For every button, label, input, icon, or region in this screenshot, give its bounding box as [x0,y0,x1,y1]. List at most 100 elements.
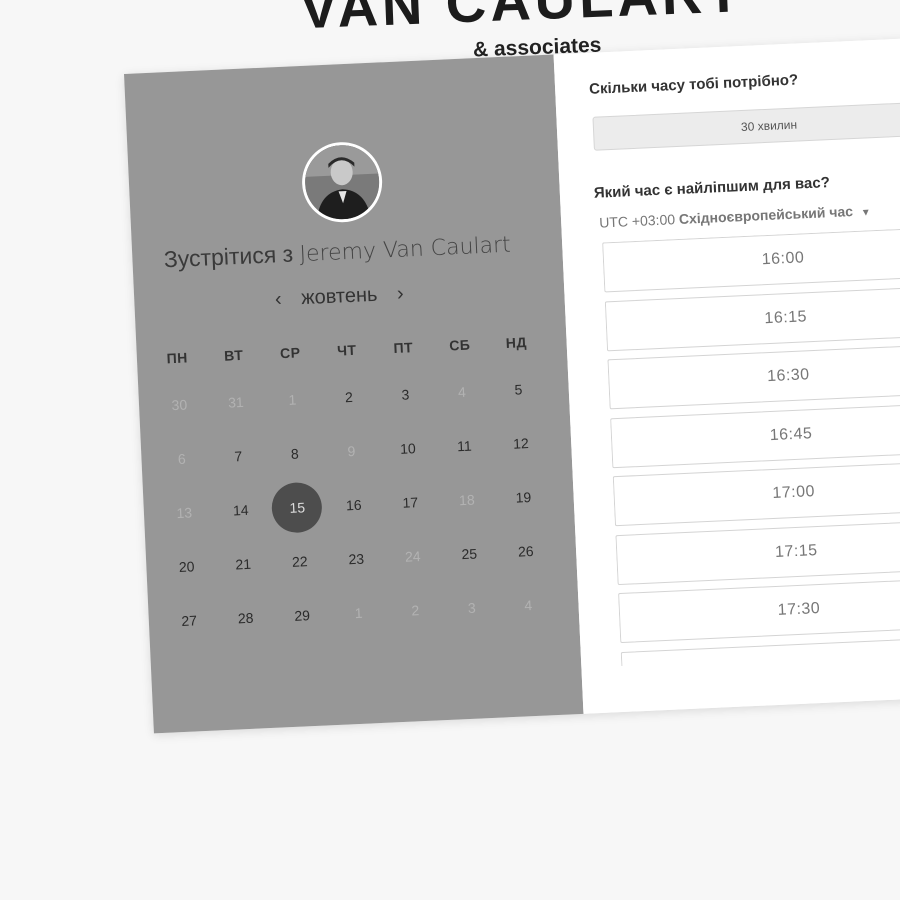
calendar-day[interactable]: 5 [489,361,548,418]
calendar-day: 18 [437,472,496,529]
host-name: Jeremy Van Caulart [298,232,512,268]
time-slot[interactable]: 16:45 [610,401,900,468]
calendar-day-number: 25 [461,545,478,563]
calendar-day-number: 19 [515,488,532,506]
calendar-day[interactable]: 27 [160,592,219,649]
time-slot[interactable]: 17:00 [612,459,900,527]
chevron-left-icon[interactable]: ‹ [261,288,297,313]
calendar-day: 6 [152,431,211,488]
calendar-day-number: 31 [227,393,245,411]
calendar-day-number: 6 [177,450,187,467]
calendar-day-number: 27 [181,612,198,629]
calendar-day-number: 14 [232,501,249,519]
calendar-day[interactable]: 25 [440,526,499,583]
calendar-day-number: 3 [401,386,410,403]
calendar-day: 3 [442,580,501,637]
calendar-weeks: 30 31 1 2 3 4 5 6 7 8 9 10 11 12 13 14 15 16 17 18 19 20 21 22 2… [150,361,558,649]
time-slot-list[interactable]: 16:00 16:15 16:30 16:45 17:00 17:15 17:3… [602,226,900,667]
calendar-day[interactable]: 11 [435,418,494,475]
calendar-day[interactable]: 23 [327,531,386,588]
meet-title: Зустрітися з Jeremy Van Caulart [132,229,543,275]
calendar-day: 1 [329,585,388,642]
calendar-day-number: 15 [271,481,324,534]
calendar-day[interactable]: 7 [209,428,268,485]
timezone-offset: UTC +03:00 [598,211,676,231]
calendar-day-number: 8 [290,445,300,462]
calendar-day[interactable]: 29 [273,587,332,644]
calendar-day-number: 17 [402,494,419,511]
brand-logo-title: VAN CAULART [298,0,746,41]
weekday-label: СБ [448,336,471,354]
calendar-day[interactable]: 2 [319,369,378,426]
duration-select[interactable]: 30 хвилин [592,100,900,151]
calendar-day: 31 [206,374,265,431]
calendar-day-number: 28 [237,609,254,627]
meet-prefix: Зустрітися з [163,240,294,273]
duration-question: Скільки часу тобі потрібно? [588,71,799,98]
calendar-day-number: 4 [457,383,467,401]
time-slot[interactable]: 16:30 [607,343,900,410]
calendar-day-number: 23 [348,550,365,568]
calendar-day-number: 24 [404,548,421,565]
booking-panel: Скільки часу тобі потрібно? 30 хвилин Як… [553,36,900,714]
calendar-day: 4 [499,577,558,634]
calendar-day[interactable]: 22 [270,533,329,590]
timezone-select[interactable]: UTC +03:00 Східноєвропейський час ▼ [598,202,872,231]
calendar-day[interactable]: 12 [491,415,550,472]
calendar-day[interactable]: 16 [324,477,383,534]
calendar-day[interactable]: 8 [265,425,324,482]
calendar-day-number: 2 [344,388,354,406]
calendar-day[interactable]: 28 [216,590,275,647]
time-slot[interactable]: 17:15 [615,518,900,585]
calendar-day-number: 16 [345,496,362,514]
host-calendar-panel: Зустрітися з Jeremy Van Caulart ‹ жовтен… [124,54,584,734]
calendar-day-number: 3 [467,599,477,616]
weekday-label: ПН [166,349,189,367]
time-slot[interactable]: 16:00 [602,226,900,293]
calendar-day-number: 7 [234,448,243,465]
time-slot[interactable]: 17:30 [618,576,900,644]
calendar-day-number: 12 [512,435,530,452]
calendar-day-selected[interactable]: 15 [268,479,327,536]
calendar-day-number: 30 [171,396,188,414]
calendar-day: 9 [322,423,381,480]
calendar-day-number: 21 [235,555,252,573]
calendar-day-number: 22 [291,553,308,570]
weekday-label: НД [505,334,528,351]
calendar-day[interactable]: 17 [381,474,440,531]
calendar-day-number: 4 [524,597,533,614]
calendar-day-number: 18 [458,491,475,509]
calendar-day[interactable]: 19 [494,469,553,526]
calendar-day[interactable]: 26 [496,523,555,580]
chevron-right-icon[interactable]: › [382,282,418,307]
weekday-label: ЧТ [336,341,357,359]
month-navigation: ‹ жовтень › [134,276,545,318]
calendar-day-number: 11 [456,437,473,455]
calendar-day-number: 5 [514,381,523,398]
time-slot[interactable]: 16:15 [604,284,900,351]
calendar-day: 4 [432,364,491,421]
calendar-day: 2 [386,582,445,639]
calendar-day[interactable]: 10 [378,420,437,477]
calendar-day[interactable]: 14 [211,482,270,539]
avatar [300,140,384,224]
caret-down-icon: ▼ [860,207,872,219]
time-question: Який час є найліпшим для вас? [593,174,831,202]
month-label: жовтень [300,283,378,310]
calendar-day: 30 [150,377,209,434]
calendar-day-number: 2 [410,602,420,619]
calendar-day: 24 [383,528,442,585]
person-photo-icon [303,143,381,221]
calendar-day-number: 1 [288,391,297,408]
weekday-label: ВТ [223,346,244,364]
calendar-day-number: 10 [399,440,417,457]
calendar-day[interactable]: 21 [214,536,273,593]
calendar-day: 1 [263,371,322,428]
calendar-day-number: 29 [294,607,311,624]
calendar-day-number: 9 [347,442,356,460]
calendar-day[interactable]: 20 [157,538,216,595]
calendar-day[interactable]: 3 [376,366,435,423]
calendar-day: 13 [155,484,214,541]
calendar-day-number: 1 [354,604,363,622]
timezone-name: Східноєвропейський час [678,203,854,227]
